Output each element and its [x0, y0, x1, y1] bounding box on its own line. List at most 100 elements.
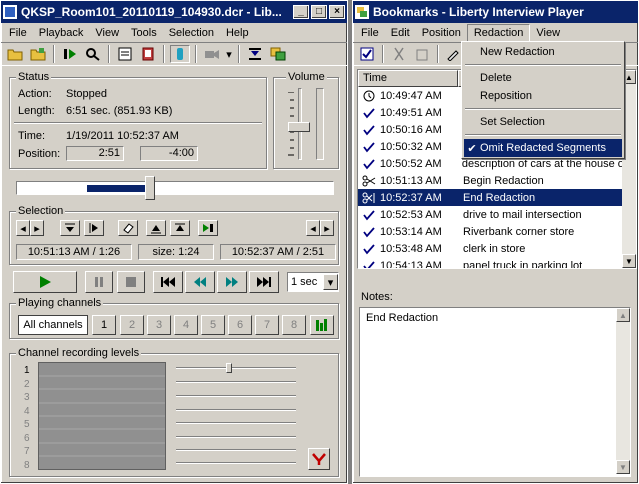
stop-button[interactable]: [117, 271, 145, 293]
channel-number: 1: [24, 365, 30, 376]
menu-help[interactable]: Help: [220, 25, 255, 41]
properties-icon[interactable]: [115, 45, 135, 63]
position-value: 2:51: [66, 146, 124, 161]
bookmark-time: 10:50:32 AM: [380, 140, 442, 153]
go-to-start-button[interactable]: [153, 271, 183, 293]
bookmark-time: 10:50:16 AM: [380, 123, 442, 136]
bookmarks-app-icon: [355, 5, 369, 19]
cut-icon[interactable]: [389, 45, 409, 63]
step-dropdown-value: 1 sec: [291, 276, 318, 288]
menu-item-new-redaction[interactable]: New Redaction: [480, 46, 555, 58]
action-label: Action:: [18, 88, 52, 100]
minimize-button[interactable]: _: [293, 5, 309, 19]
gain-slider-5: [176, 422, 296, 424]
bookmark-row[interactable]: 10:53:48 AM clerk in store: [358, 240, 622, 257]
channel-icon[interactable]: [170, 45, 190, 63]
open-folder-icon[interactable]: [5, 45, 25, 63]
bookmark-row[interactable]: 10:52:53 AM drive to mail intersection: [358, 206, 622, 223]
clear-selection-button[interactable]: [118, 220, 138, 236]
play-button[interactable]: [13, 271, 77, 293]
channel-8-button[interactable]: 8: [282, 315, 306, 335]
bookmark-row[interactable]: 10:53:14 AM Riverbank corner store: [358, 223, 622, 240]
menu-position[interactable]: Position: [416, 25, 467, 41]
bookmarks-title: Bookmarks - Liberty Interview Player: [373, 5, 584, 19]
menu-item-reposition[interactable]: Reposition: [480, 90, 532, 102]
timeline-thumb[interactable]: [144, 176, 155, 200]
menu-separator: [465, 108, 621, 110]
menu-item-omit-redacted-label: Omit Redacted Segments: [480, 142, 606, 154]
channel-6-button[interactable]: 6: [228, 315, 252, 335]
bookmark-row[interactable]: 10:52:37 AM End Redaction: [358, 189, 622, 206]
scroll-down-button[interactable]: ▼: [622, 254, 636, 268]
rewind-button[interactable]: [185, 271, 215, 293]
filter-icon[interactable]: [308, 448, 330, 470]
channel-2-button[interactable]: 2: [120, 315, 144, 335]
menu-tools[interactable]: Tools: [125, 25, 163, 41]
channel-1-button[interactable]: 1: [92, 315, 116, 335]
menu-edit[interactable]: Edit: [385, 25, 416, 41]
menu-view[interactable]: View: [530, 25, 566, 41]
play-selection-button[interactable]: [198, 220, 218, 236]
toolbar-separator: [53, 45, 55, 63]
menu-file[interactable]: File: [3, 25, 33, 41]
set-end-button[interactable]: [84, 220, 104, 236]
checklist-icon[interactable]: [357, 45, 377, 63]
step-dropdown[interactable]: 1 sec ▾: [287, 272, 339, 292]
open-file-icon[interactable]: [28, 45, 48, 63]
bookmark-row[interactable]: 10:51:13 AM Begin Redaction: [358, 172, 622, 189]
fast-forward-button[interactable]: [217, 271, 247, 293]
player-title-bar[interactable]: QKSP_Room101_20110119_104930.dcr - Lib..…: [1, 1, 347, 23]
go-selection-start-button[interactable]: [146, 220, 166, 236]
time-column-header[interactable]: Time: [358, 70, 458, 87]
close-button[interactable]: ×: [329, 5, 345, 19]
go-selection-end-button[interactable]: [170, 220, 190, 236]
menu-item-omit-redacted[interactable]: ✔ Omit Redacted Segments: [464, 139, 622, 157]
gain-slider-7: [176, 449, 296, 451]
set-start-button[interactable]: [60, 220, 80, 236]
notes-scroll-down-button[interactable]: ▼: [616, 460, 630, 474]
channel-3-button[interactable]: 3: [147, 315, 171, 335]
channel-4-button[interactable]: 4: [174, 315, 198, 335]
notes-scrollbar[interactable]: ▲ ▼: [616, 308, 630, 474]
channel-number: 6: [24, 432, 30, 444]
length-value: 6:51 sec. (851.93 KB): [66, 105, 173, 117]
selection-next-button[interactable]: ▸: [30, 220, 44, 236]
menu-redaction[interactable]: Redaction: [466, 23, 531, 42]
bookmark-row[interactable]: 10:54:13 AM panel truck in parking lot: [358, 257, 622, 268]
notes-scroll-up-button[interactable]: ▲: [616, 308, 630, 322]
gain-slider-1[interactable]: [176, 367, 296, 369]
menu-view[interactable]: View: [89, 25, 125, 41]
levels-icon[interactable]: [310, 315, 334, 335]
bookmarks-icon[interactable]: [268, 45, 288, 63]
selection-shrink-button[interactable]: ◂: [306, 220, 320, 236]
player-menu-bar: File Playback View Tools Selection Help: [1, 23, 347, 42]
find-icon[interactable]: [83, 45, 103, 63]
timeline-track[interactable]: [16, 181, 334, 195]
maximize-button[interactable]: □: [311, 5, 327, 19]
bookmark-time: 10:53:48 AM: [380, 242, 442, 255]
bookmarks-title-bar[interactable]: Bookmarks - Liberty Interview Player: [353, 1, 638, 23]
menu-item-set-selection[interactable]: Set Selection: [480, 116, 545, 128]
play-pause-icon[interactable]: [60, 45, 80, 63]
notes-icon[interactable]: [138, 45, 158, 63]
menu-file[interactable]: File: [355, 25, 385, 41]
pause-button[interactable]: [85, 271, 113, 293]
channel-5-button[interactable]: 5: [201, 315, 225, 335]
paste-icon[interactable]: [412, 45, 432, 63]
menu-selection[interactable]: Selection: [163, 25, 220, 41]
selection-grow-button[interactable]: ▸: [320, 220, 334, 236]
menu-item-delete[interactable]: Delete: [480, 72, 512, 84]
go-to-end-button[interactable]: [249, 271, 279, 293]
all-channels-button[interactable]: All channels: [18, 315, 88, 335]
dropdown-arrow-icon[interactable]: ▾: [225, 45, 233, 63]
bookmark-time: 10:52:53 AM: [380, 208, 442, 221]
notes-textarea[interactable]: End Redaction ▲ ▼: [359, 307, 631, 477]
camera-icon[interactable]: [202, 45, 222, 63]
gain-slider-thumb[interactable]: [226, 363, 232, 373]
channel-7-button[interactable]: 7: [255, 315, 279, 335]
export-icon[interactable]: [245, 45, 265, 63]
selection-prev-button[interactable]: ◂: [16, 220, 30, 236]
volume-slider-thumb[interactable]: [288, 122, 310, 133]
menu-playback[interactable]: Playback: [33, 25, 90, 41]
chevron-down-icon[interactable]: ▾: [323, 274, 338, 290]
